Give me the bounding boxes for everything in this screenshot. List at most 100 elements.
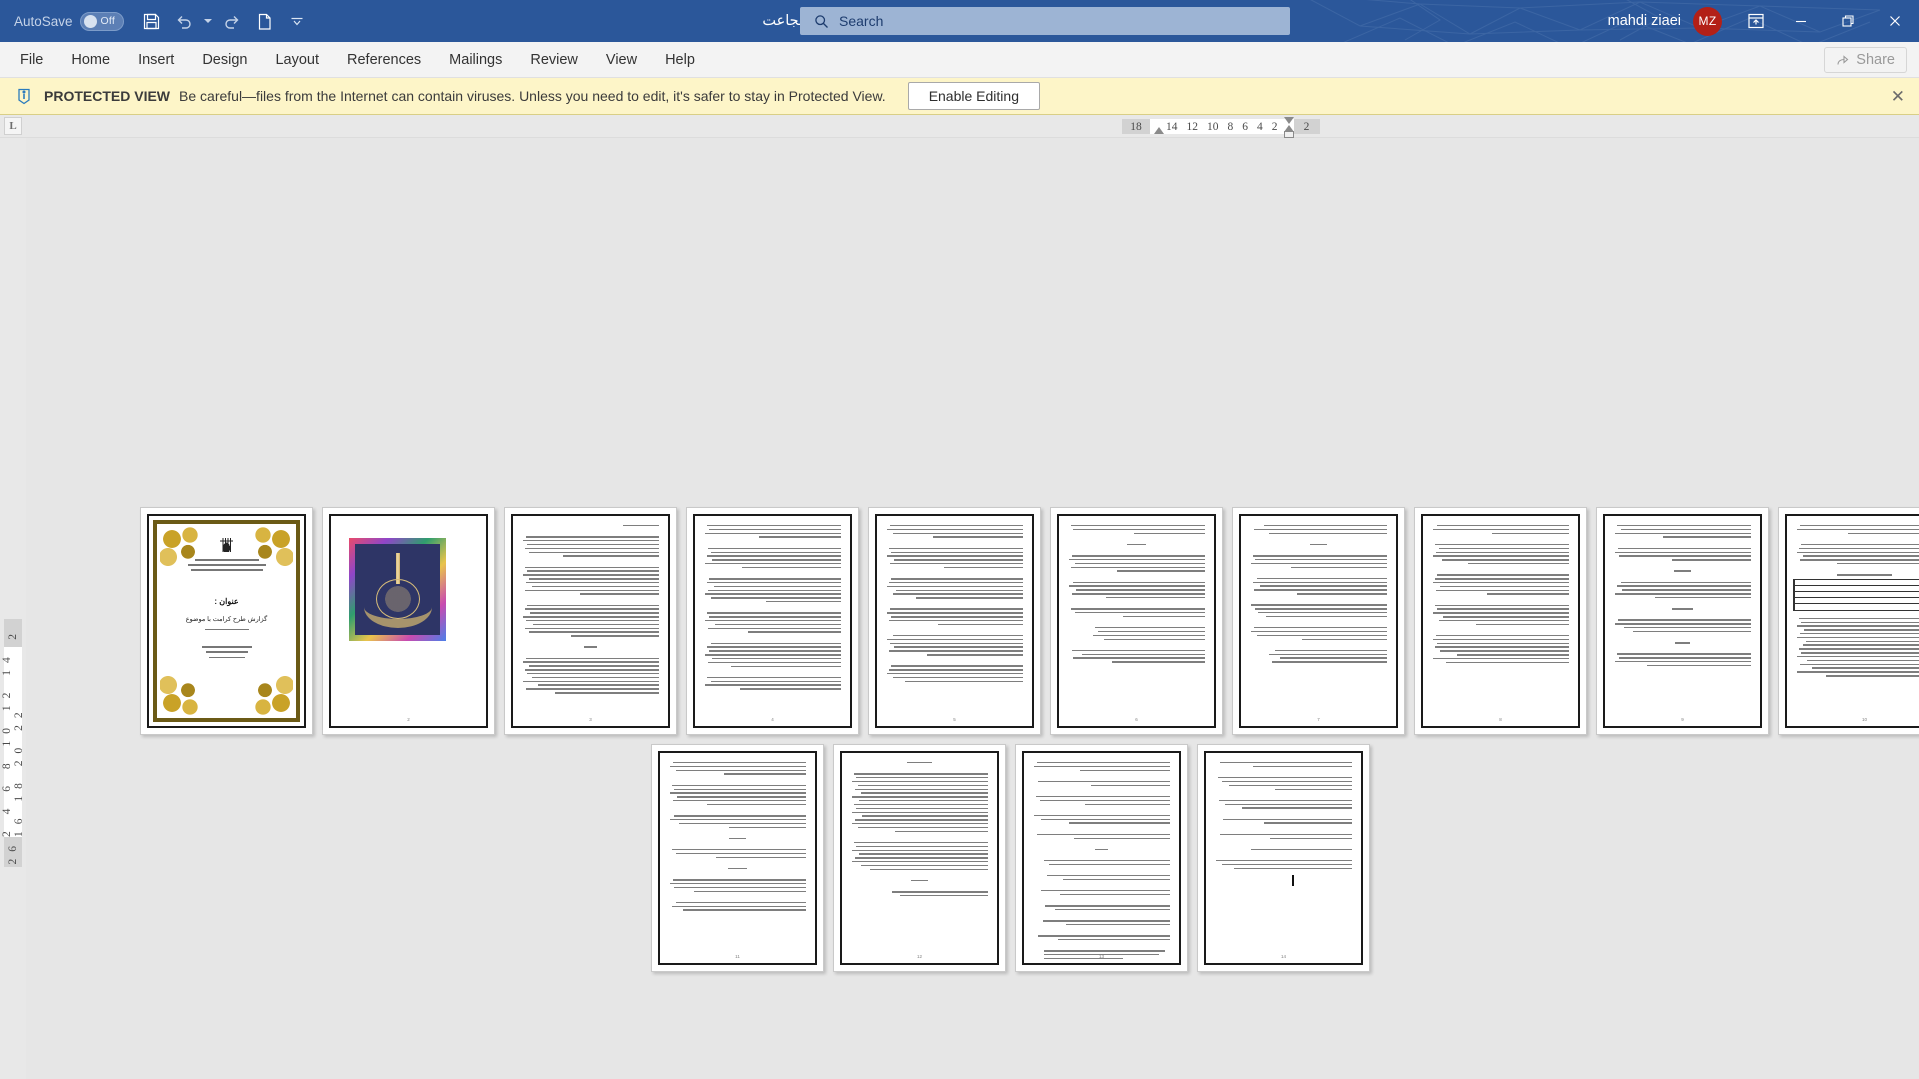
page-4-content: 4 <box>693 514 852 728</box>
user-name-label[interactable]: mahdi ziaei <box>1608 13 1681 29</box>
autosave-toggle[interactable]: Off <box>79 11 124 31</box>
page-row-2: 11 12 13 14 <box>651 744 1919 972</box>
page-11-content: 11 <box>658 751 817 965</box>
page-thumbnail-14[interactable]: 14 <box>1197 744 1370 972</box>
autosave-label: AutoSave <box>14 13 73 29</box>
enable-editing-button[interactable]: Enable Editing <box>907 82 1040 110</box>
cover-title: عنوان : <box>214 596 239 606</box>
document-canvas[interactable]: عنوان : گزارش طرح کرامت با موضوع 2 3 4 5… <box>26 138 1919 1079</box>
ruler-tick-8: 8 <box>1227 120 1234 133</box>
page-thumbnail-3[interactable]: 3 <box>504 507 677 735</box>
vertical-ruler[interactable]: 2 2 4 6 8 10 12 14 16 18 20 22 26 <box>0 138 26 1079</box>
page-thumbnail-1[interactable]: عنوان : گزارش طرح کرامت با موضوع <box>140 507 313 735</box>
new-document-icon[interactable] <box>250 6 280 36</box>
ruler-tick-10: 10 <box>1207 120 1219 133</box>
search-input[interactable]: Search <box>839 13 883 29</box>
page-number: 9 <box>1681 717 1684 722</box>
minimize-icon[interactable] <box>1778 0 1823 42</box>
page-5-content: 5 <box>875 514 1034 728</box>
page-text-block <box>1787 516 1919 576</box>
cover-footer-line <box>201 646 252 648</box>
ruler-right-margin: 2 <box>1293 119 1320 134</box>
redo-icon[interactable] <box>218 6 248 36</box>
save-icon[interactable] <box>137 6 167 36</box>
page-number: 10 <box>1861 717 1867 722</box>
protected-view-bar: PROTECTED VIEW Be careful—files from the… <box>0 78 1919 115</box>
ruler-track: 18 14 12 10 8 6 4 2 2 <box>1122 115 1320 138</box>
page-thumbnail-7[interactable]: 7 <box>1232 507 1405 735</box>
page-thumbnail-10[interactable]: 10 <box>1778 507 1919 735</box>
document-body: 2 2 4 6 8 10 12 14 16 18 20 22 2 6 عنوان … <box>0 138 1919 1079</box>
page-3-content: 3 <box>511 514 670 728</box>
page-text-block <box>1241 516 1396 663</box>
ornament-corner-icon <box>160 527 200 567</box>
page-number: 3 <box>589 717 592 722</box>
autosave-toggle-knob <box>83 14 97 28</box>
customize-quick-access-icon[interactable] <box>282 6 312 36</box>
page-thumbnail-12[interactable]: 12 <box>833 744 1006 972</box>
page-thumbnail-11[interactable]: 11 <box>651 744 824 972</box>
info-icon <box>14 86 34 106</box>
page-text-block <box>1059 516 1214 663</box>
avatar[interactable]: MZ <box>1693 6 1722 36</box>
cover-detail-line <box>204 628 249 631</box>
page-thumbnail-2[interactable]: 2 <box>322 507 495 735</box>
ornament-corner-icon <box>160 675 200 715</box>
page-text-block <box>1423 516 1578 664</box>
ruler-left-margin: 18 <box>1122 119 1150 134</box>
page-thumbnail-6[interactable]: 6 <box>1050 507 1223 735</box>
horizontal-ruler[interactable]: L 18 14 12 10 8 6 4 2 2 <box>0 115 1919 138</box>
page-thumbnail-5[interactable]: 5 <box>868 507 1041 735</box>
page-thumbnail-8[interactable]: 8 <box>1414 507 1587 735</box>
ribbon-tab-bar: File Home Insert Design Layout Reference… <box>0 42 1919 78</box>
undo-dropdown-icon[interactable] <box>201 6 216 36</box>
cover-footer-line <box>208 656 245 659</box>
autosave-state-label: Off <box>100 15 115 27</box>
tab-stop-selector[interactable]: L <box>0 115 26 137</box>
page-number: 5 <box>953 717 956 722</box>
autosave-control[interactable]: AutoSave Off <box>14 11 124 31</box>
cover-subtitle: گزارش طرح کرامت با موضوع <box>185 615 268 623</box>
title-bar-right-group: mahdi ziaei MZ <box>1608 0 1919 42</box>
first-line-indent-marker[interactable] <box>1284 117 1294 124</box>
page-text-block <box>513 516 668 694</box>
page-number: 11 <box>735 954 740 959</box>
page-thumbnail-9[interactable]: 9 <box>1596 507 1769 735</box>
left-indent-marker[interactable] <box>1154 127 1164 134</box>
page-number: 12 <box>916 954 922 959</box>
tab-mailings[interactable]: Mailings <box>437 46 514 74</box>
restore-icon[interactable] <box>1825 0 1870 42</box>
iran-emblem-icon <box>220 538 233 552</box>
tab-review[interactable]: Review <box>518 46 590 74</box>
share-button[interactable]: Share <box>1824 46 1907 73</box>
tab-insert[interactable]: Insert <box>126 46 186 74</box>
tab-file[interactable]: File <box>8 46 55 74</box>
vertical-ruler-page-area: 2 4 6 8 10 12 14 16 18 20 22 <box>1 647 25 837</box>
page-text-block <box>877 516 1032 683</box>
page-12-content: 12 <box>840 751 999 965</box>
page-thumbnail-13[interactable]: 13 <box>1015 744 1188 972</box>
tab-home[interactable]: Home <box>59 46 122 74</box>
close-icon[interactable]: ✕ <box>1891 88 1905 105</box>
ribbon-display-options-icon[interactable] <box>1736 0 1776 42</box>
close-icon[interactable] <box>1872 0 1917 42</box>
right-indent-marker[interactable] <box>1284 131 1294 138</box>
page-thumbnail-4[interactable]: 4 <box>686 507 859 735</box>
undo-icon[interactable] <box>169 6 199 36</box>
page-2-content: 2 <box>329 514 488 728</box>
vertical-ruler-top-margin: 2 <box>4 619 22 647</box>
vertical-ruler-top-tick: 2 <box>7 626 19 640</box>
page-1-content: عنوان : گزارش طرح کرامت با موضوع <box>147 514 306 728</box>
page-row-1: عنوان : گزارش طرح کرامت با موضوع 2 3 4 5… <box>140 507 1919 735</box>
tab-layout[interactable]: Layout <box>263 46 331 74</box>
tab-design[interactable]: Design <box>190 46 259 74</box>
tab-references[interactable]: References <box>335 46 433 74</box>
page-text-block-after-table <box>1787 614 1919 677</box>
search-box[interactable]: Search <box>800 7 1290 35</box>
tab-help[interactable]: Help <box>653 46 707 74</box>
page-7-content: 7 <box>1239 514 1398 728</box>
calligraphy-arc <box>363 586 432 628</box>
page-text-block <box>1605 516 1760 667</box>
tab-view[interactable]: View <box>594 46 649 74</box>
page-number: 6 <box>1135 717 1138 722</box>
